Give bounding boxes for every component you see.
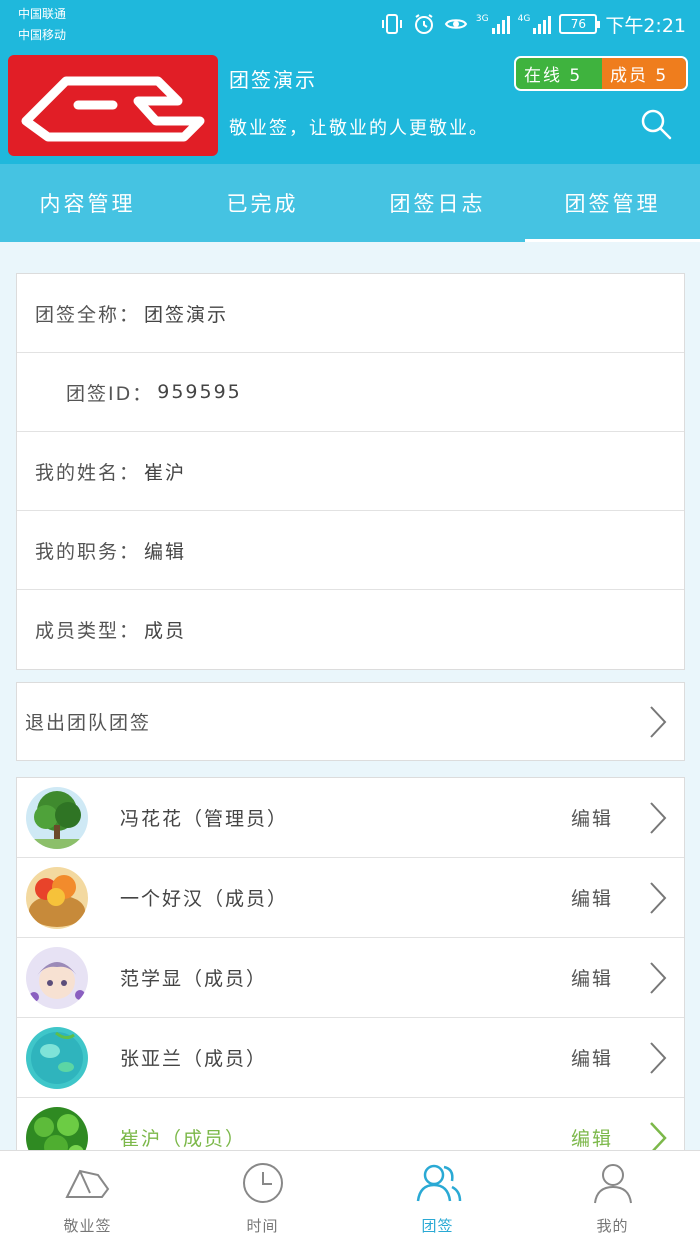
edit-button[interactable]: 编辑 xyxy=(571,1044,613,1071)
carrier-1: 中国联通 xyxy=(18,7,67,21)
team-info-card: 团签全称： 团签演示 团签ID： 959595 我的姓名： 崔沪 我的职务： 编… xyxy=(16,273,685,670)
nav-label: 我的 xyxy=(596,1217,629,1235)
member-name: 张亚兰（成员） xyxy=(120,1048,268,1070)
tab-completed[interactable]: 已完成 xyxy=(175,164,350,242)
chevron-right-icon xyxy=(650,961,667,994)
info-label: 团签ID： xyxy=(66,382,154,405)
anime-boy-avatar-icon xyxy=(26,947,88,1009)
info-label: 我的职务： xyxy=(35,540,141,563)
info-value: 团签演示 xyxy=(144,303,229,326)
edit-button[interactable]: 编辑 xyxy=(571,1124,613,1151)
fruit-basket-avatar-icon xyxy=(26,867,88,929)
info-value: 959595 xyxy=(157,381,242,403)
member-name: 范学显（成员） xyxy=(120,968,268,990)
status-bar: 中国联通 中国移动 3G 4G 76 下午2:21 xyxy=(0,0,700,48)
team-icon xyxy=(416,1164,461,1202)
nav-mine[interactable]: 我的 xyxy=(525,1151,700,1244)
member-name: 崔沪（成员） xyxy=(120,1128,247,1150)
search-icon[interactable] xyxy=(640,108,672,140)
alarm-icon xyxy=(414,14,433,34)
tab-bar: 内容管理 已完成 团签日志 团签管理 xyxy=(0,164,700,242)
clock-time: 下午2:21 xyxy=(605,14,686,37)
stats-badges: 在线 5 成员 5 xyxy=(514,56,688,91)
signal-3g-icon: 3G xyxy=(476,14,510,34)
avatar xyxy=(26,867,88,929)
info-row-member-type: 成员类型： 成员 xyxy=(17,590,684,669)
signal-4g-icon: 4G xyxy=(518,14,552,34)
member-name: 冯花花（管理员） xyxy=(120,808,289,830)
team-name: 团签演示 xyxy=(229,68,317,92)
nav-time[interactable]: 时间 xyxy=(175,1151,350,1244)
vibrate-icon xyxy=(381,14,402,34)
user-icon xyxy=(593,1164,632,1204)
member-list: 冯花花（管理员） 编辑 一个好汉（成员） 编辑 范学显（成员） 编辑 张亚兰（成… xyxy=(16,777,685,1179)
info-value: 成员 xyxy=(144,620,187,642)
avatar xyxy=(26,1027,88,1089)
online-badge[interactable]: 在线 5 xyxy=(516,58,602,89)
members-badge[interactable]: 成员 5 xyxy=(602,58,686,89)
tab-team-management[interactable]: 团签管理 xyxy=(525,164,700,242)
nav-label: 团签 xyxy=(421,1217,454,1235)
chevron-right-icon xyxy=(650,801,667,834)
edit-button[interactable]: 编辑 xyxy=(571,884,613,911)
member-row[interactable]: 张亚兰（成员） 编辑 xyxy=(17,1018,684,1098)
status-icons: 3G 4G 76 下午2:21 xyxy=(380,10,686,38)
info-row-full-name: 团签全称： 团签演示 xyxy=(17,274,684,353)
info-label: 团签全称： xyxy=(35,303,141,326)
chevron-right-icon xyxy=(650,1041,667,1074)
team-header: 团签演示 敬业签，让敬业的人更敬业。 在线 5 成员 5 xyxy=(0,48,700,164)
chevron-right-icon xyxy=(650,881,667,914)
info-row-team-id: 团签ID： 959595 xyxy=(17,353,684,432)
nav-jingyeqian[interactable]: 敬业签 xyxy=(0,1151,175,1244)
battery-icon: 76 xyxy=(559,14,601,34)
nav-label: 时间 xyxy=(246,1217,279,1235)
info-row-my-position: 我的职务： 编辑 xyxy=(17,511,684,590)
member-row[interactable]: 冯花花（管理员） 编辑 xyxy=(17,778,684,858)
avatar xyxy=(26,787,88,849)
boat-icon xyxy=(64,1169,109,1198)
info-label: 成员类型： xyxy=(35,620,141,642)
bottom-navigation: 敬业签 时间 团签 我的 xyxy=(0,1150,700,1244)
exit-team-label: 退出团队团签 xyxy=(25,712,152,734)
app-logo xyxy=(8,55,218,156)
nav-team[interactable]: 团签 xyxy=(350,1151,525,1244)
edit-button[interactable]: 编辑 xyxy=(571,804,613,831)
member-row[interactable]: 范学显（成员） 编辑 xyxy=(17,938,684,1018)
exit-team-button[interactable]: 退出团队团签 xyxy=(16,682,685,761)
eye-icon xyxy=(444,19,468,29)
net-type-2: 4G xyxy=(517,14,531,24)
info-row-my-name: 我的姓名： 崔沪 xyxy=(17,432,684,511)
clock-icon xyxy=(242,1163,283,1203)
info-label: 我的姓名： xyxy=(35,461,141,484)
edit-button[interactable]: 编辑 xyxy=(571,964,613,991)
member-name: 一个好汉（成员） xyxy=(120,888,289,910)
team-slogan: 敬业签，让敬业的人更敬业。 xyxy=(229,118,489,139)
chevron-right-icon xyxy=(650,705,667,738)
carrier-2: 中国移动 xyxy=(18,28,67,42)
nav-label: 敬业签 xyxy=(63,1217,112,1235)
tab-content-management[interactable]: 内容管理 xyxy=(0,164,175,242)
boat-logo-icon xyxy=(21,76,205,142)
net-type-1: 3G xyxy=(475,14,489,24)
tab-team-log[interactable]: 团签日志 xyxy=(350,164,525,242)
tree-avatar-icon xyxy=(26,787,88,849)
info-value: 崔沪 xyxy=(144,461,187,484)
member-row[interactable]: 一个好汉（成员） 编辑 xyxy=(17,858,684,938)
info-value: 编辑 xyxy=(144,540,187,563)
avatar xyxy=(26,947,88,1009)
water-drops-avatar-icon xyxy=(26,1027,88,1089)
